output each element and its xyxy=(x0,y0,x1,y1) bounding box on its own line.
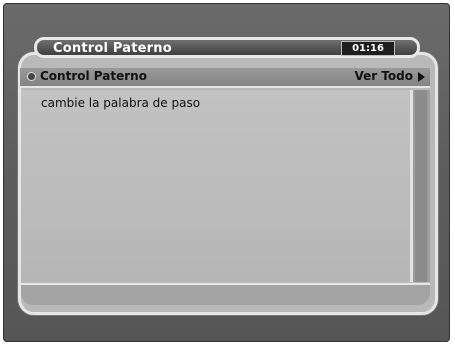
chevron-right-icon[interactable] xyxy=(418,72,425,82)
scrollbar-thumb[interactable] xyxy=(415,90,427,282)
instruction-text: cambie la palabra de paso xyxy=(41,96,201,110)
scrollbar[interactable] xyxy=(410,90,430,282)
footer-bar xyxy=(21,283,430,305)
clock-display: 01:16 xyxy=(341,41,395,56)
menu-item-value[interactable]: Ver Todo xyxy=(354,69,413,83)
content-panel: cambie la palabra de paso xyxy=(21,90,410,282)
menu-item-label: Control Paterno xyxy=(40,69,147,83)
bullet-icon xyxy=(28,73,35,80)
title-bar: Control Paterno 01:16 xyxy=(34,37,420,58)
menu-item-control-paterno[interactable]: Control Paterno Ver Todo xyxy=(20,68,430,88)
dialog-title: Control Paterno xyxy=(53,41,172,56)
